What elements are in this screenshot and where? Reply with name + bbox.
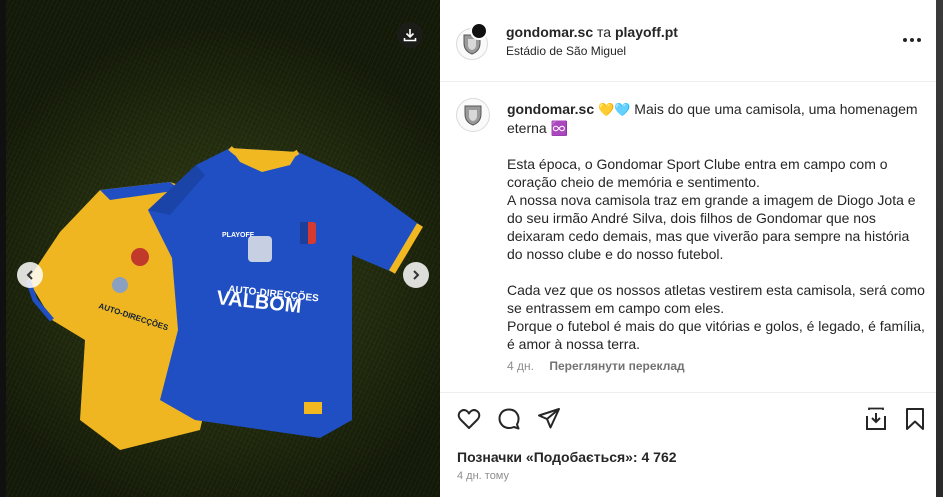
save-to-collection-icon[interactable] [863, 406, 889, 432]
comment-icon[interactable] [496, 406, 522, 432]
post-caption: gondomar.sc 💛🩵 Mais do que uma camisola,… [440, 82, 936, 392]
heart-icon[interactable] [456, 406, 482, 432]
next-media-button[interactable] [403, 262, 429, 288]
caption-author-avatar[interactable] [456, 98, 490, 132]
caption-author-link[interactable]: gondomar.sc [507, 101, 594, 117]
post-date[interactable]: 4 дн. тому [457, 470, 509, 482]
more-icon[interactable] [901, 30, 923, 50]
caption-text: gondomar.sc 💛🩵 Mais do que uma camisola,… [507, 100, 925, 353]
share-icon[interactable] [536, 406, 562, 432]
likes-count[interactable]: Позначки «Подобається»: 4 762 [457, 449, 677, 465]
post-header: gondomar.sc та playoff.pt Estádio de São… [440, 0, 936, 82]
collaborator-avatar[interactable] [470, 22, 488, 40]
blue-jersey: PLAYOFF AUTO-DIRECÇÕES VALBOM [148, 146, 424, 438]
post-actions: Позначки «Подобається»: 4 762 4 дн. тому [440, 392, 936, 497]
bookmark-icon[interactable] [902, 406, 928, 432]
collaborator-link[interactable]: playoff.pt [615, 24, 678, 40]
download-icon [403, 29, 417, 42]
club-crest-icon [464, 105, 482, 126]
previous-media-button[interactable] [17, 262, 43, 288]
chevron-left-icon [26, 270, 33, 280]
caption-meta: 4 дн. Переглянути переклад [507, 359, 685, 373]
caption-age: 4 дн. [507, 359, 534, 373]
post-media[interactable]: AUTO-DIRECÇÕES PLAYOFF AUTO-DIRECÇÕES VA… [0, 0, 440, 497]
chevron-right-icon [413, 270, 420, 280]
author-link[interactable]: gondomar.sc [506, 24, 593, 40]
window-edge [936, 0, 943, 497]
caption-body: Esta época, o Gondomar Sport Clube entra… [507, 156, 925, 352]
download-button[interactable] [397, 22, 423, 48]
authors-separator: та [597, 24, 612, 40]
post-side-panel: gondomar.sc та playoff.pt Estádio de São… [440, 0, 943, 497]
jerseys-photo: AUTO-DIRECÇÕES PLAYOFF AUTO-DIRECÇÕES VA… [25, 146, 424, 450]
post-authors: gondomar.sc та playoff.pt [506, 24, 678, 40]
see-translation-link[interactable]: Переглянути переклад [549, 359, 684, 373]
location-link[interactable]: Estádio de São Miguel [506, 44, 626, 58]
hearts-emoji: 💛🩵 [598, 102, 631, 117]
maker-logo: PLAYOFF [222, 232, 255, 239]
